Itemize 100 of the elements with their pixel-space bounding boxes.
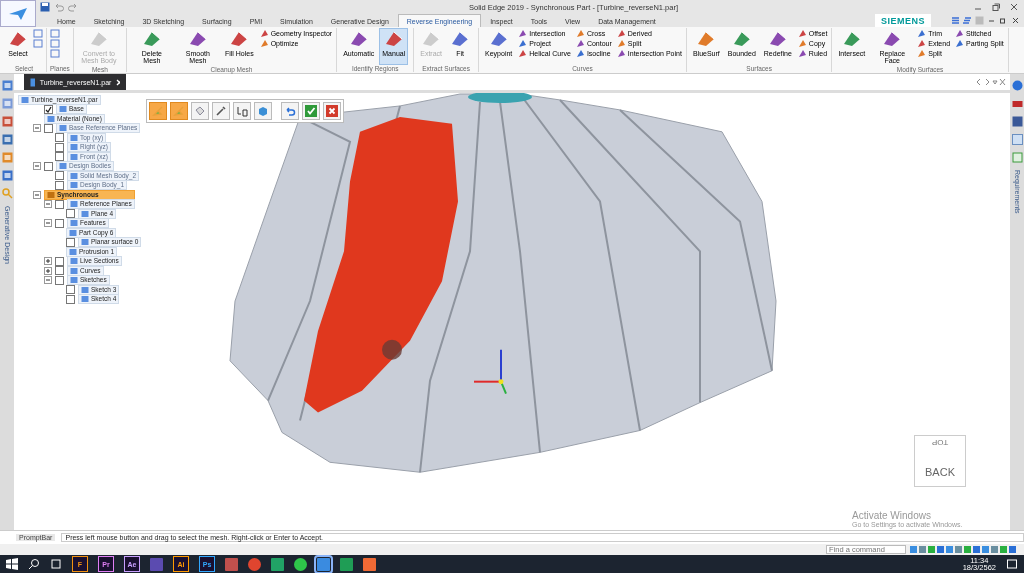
expand-toggle[interactable] — [33, 162, 41, 171]
checkbox[interactable] — [66, 294, 75, 304]
application-button[interactable] — [0, 0, 36, 27]
node-icon — [21, 95, 29, 104]
taskbar-app-icon[interactable] — [294, 557, 307, 571]
notification-icon[interactable] — [1006, 558, 1018, 570]
node-icon — [59, 162, 67, 171]
checkbox[interactable] — [66, 209, 75, 219]
undo-icon[interactable] — [54, 2, 64, 12]
accept-icon — [305, 105, 317, 117]
tool-icon — [88, 30, 109, 48]
tool-icon — [882, 30, 903, 48]
list-icon[interactable] — [1011, 134, 1023, 145]
checkbox[interactable] — [55, 180, 64, 190]
social-icon[interactable] — [1011, 116, 1023, 127]
checkbox[interactable] — [55, 256, 64, 266]
search-icon[interactable] — [28, 558, 40, 570]
cube-icon — [257, 105, 269, 117]
redo-icon[interactable] — [68, 2, 78, 12]
brush-icon — [152, 105, 164, 117]
cancel-button[interactable] — [323, 102, 341, 120]
tool-icon[interactable] — [50, 48, 60, 58]
tool-icon[interactable] — [50, 28, 60, 38]
tool-icon — [421, 30, 442, 48]
expand-toggle[interactable] — [33, 190, 41, 199]
tool-icon — [348, 30, 369, 48]
taskbar-app-icon[interactable] — [363, 557, 376, 571]
checkbox[interactable] — [55, 218, 64, 228]
node-icon — [59, 105, 67, 114]
activation-title: Activate Windows — [852, 510, 932, 521]
layout-icon[interactable] — [951, 16, 960, 25]
brush-icon — [173, 105, 185, 117]
bucket-icon — [194, 105, 206, 117]
checkbox[interactable] — [55, 171, 64, 181]
tool-icon — [488, 30, 509, 48]
taskbar-app-icon[interactable] — [271, 557, 284, 571]
checkbox[interactable] — [44, 104, 53, 114]
panel-icon[interactable] — [1, 116, 13, 127]
taskbar-app-icon[interactable] — [317, 557, 330, 571]
axis-triad-icon — [473, 348, 507, 395]
taskbar-app-icon[interactable] — [340, 557, 353, 571]
undo-icon — [284, 105, 296, 117]
expand-toggle[interactable] — [44, 219, 52, 228]
undo-button[interactable] — [281, 102, 299, 120]
task-view-icon[interactable] — [50, 558, 62, 570]
start-icon[interactable] — [6, 558, 18, 570]
tool-button[interactable] — [212, 102, 230, 120]
node-icon — [47, 114, 55, 123]
tool-icon[interactable] — [33, 28, 43, 38]
taskbar-app-icon[interactable] — [225, 557, 238, 571]
video-icon[interactable] — [1011, 98, 1023, 109]
panel-icon[interactable] — [1, 80, 13, 91]
tool-icon — [696, 30, 717, 48]
checkbox[interactable] — [66, 237, 75, 247]
tool-button[interactable] — [233, 102, 251, 120]
save-icon[interactable] — [40, 2, 50, 12]
checkbox[interactable] — [55, 133, 64, 143]
eyedropper-icon — [215, 105, 227, 117]
tool-icon[interactable] — [50, 38, 60, 48]
file-icon — [30, 77, 35, 87]
taskbar-app-icon[interactable] — [248, 557, 261, 571]
checkbox[interactable] — [55, 199, 64, 209]
layout-icon[interactable] — [963, 16, 972, 25]
tool-icon — [841, 30, 862, 48]
panel-icon[interactable] — [1, 134, 13, 145]
tool-icon — [187, 30, 208, 48]
view-cube[interactable]: TOP BACK — [914, 435, 966, 487]
tool-icon — [731, 30, 752, 48]
tool-button[interactable] — [191, 102, 209, 120]
help-icon[interactable] — [1011, 80, 1023, 91]
restore-icon[interactable] — [999, 16, 1008, 25]
panel-icon[interactable] — [1, 170, 13, 181]
node-icon — [81, 209, 89, 218]
application-logo-icon — [8, 6, 28, 21]
expand-toggle[interactable] — [33, 124, 41, 133]
checkbox[interactable] — [55, 275, 64, 285]
tool-icon — [229, 30, 250, 48]
tool-button[interactable] — [254, 102, 272, 120]
tab-navigation-icon[interactable] — [976, 78, 1006, 86]
cancel-icon — [326, 105, 338, 117]
expand-toggle[interactable] — [44, 276, 52, 285]
tool-icon — [767, 30, 788, 48]
restore-icon[interactable] — [992, 3, 1000, 11]
brand-logo: SIEMENS — [875, 14, 931, 27]
expand-toggle[interactable] — [44, 266, 52, 275]
checklist-icon[interactable] — [1011, 152, 1023, 163]
select-icon — [236, 105, 248, 117]
node-icon — [81, 238, 89, 247]
node-icon — [70, 200, 78, 209]
tool-icon[interactable] — [33, 38, 43, 48]
expand-toggle[interactable] — [44, 200, 52, 209]
tool-icon — [383, 30, 404, 48]
accept-button[interactable] — [302, 102, 320, 120]
checkbox[interactable] — [55, 266, 64, 276]
checkbox[interactable] — [66, 285, 75, 295]
checkbox[interactable] — [44, 123, 53, 133]
expand-toggle[interactable] — [44, 257, 52, 266]
checkbox[interactable] — [55, 142, 64, 152]
checkbox[interactable] — [55, 152, 64, 162]
checkbox[interactable] — [44, 161, 53, 171]
